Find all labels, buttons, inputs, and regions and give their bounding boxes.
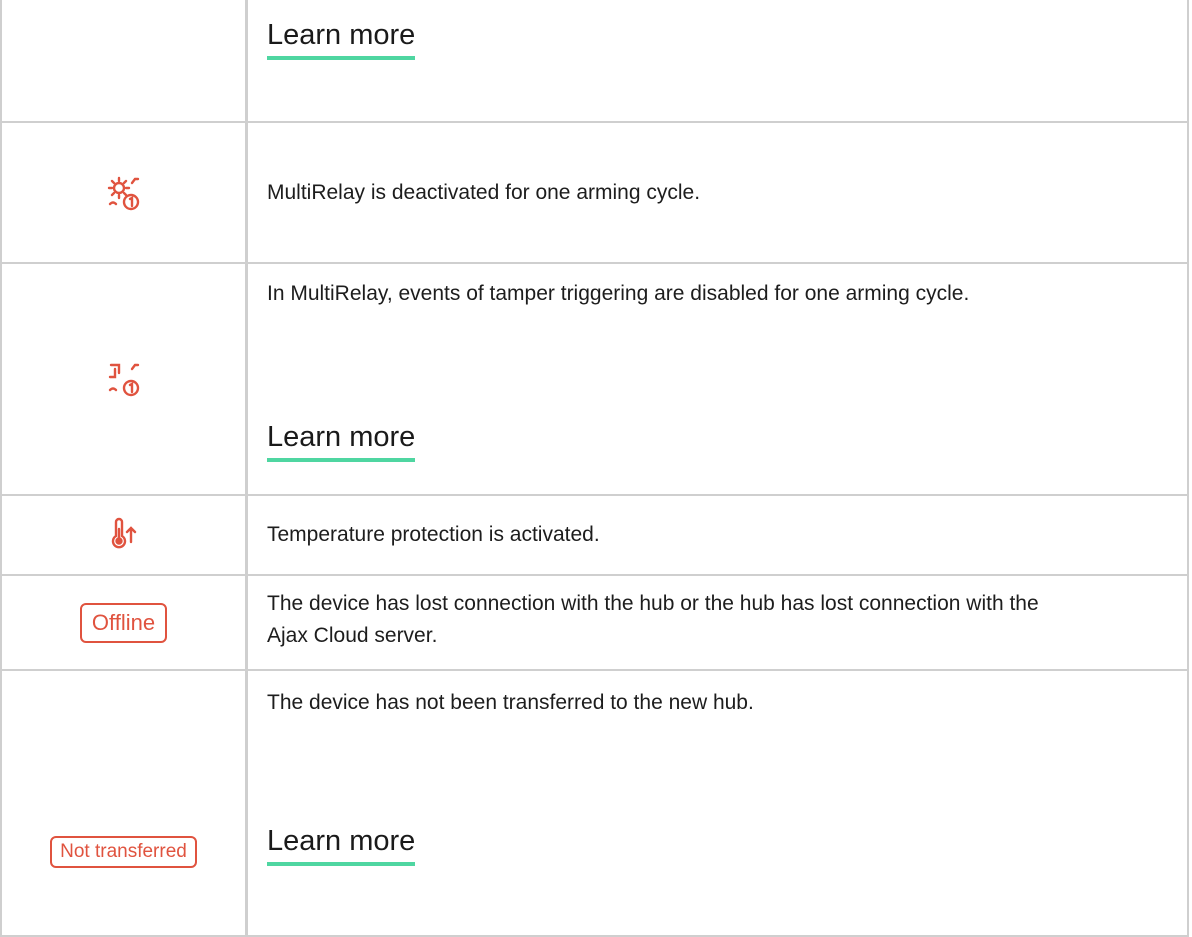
learn-more-link[interactable]: Learn more xyxy=(267,18,416,60)
gear-deactivated-one-cycle-icon xyxy=(104,173,144,213)
icon-cell: Offline xyxy=(2,576,245,669)
tamper-disabled-one-cycle-icon xyxy=(104,359,144,399)
table-row: Temperature protection is activated. xyxy=(2,496,1187,576)
offline-badge: Offline xyxy=(79,602,168,643)
status-table: Learn more MultiRelay is deactivated for… xyxy=(0,0,1189,937)
row-description: The device has lost connection with the … xyxy=(267,592,1039,647)
text-cell: MultiRelay is deactivated for one arming… xyxy=(267,123,1157,262)
icon-cell xyxy=(2,123,245,262)
table-row: Offline The device has lost connection w… xyxy=(2,576,1187,671)
row-description: The device has not been transferred to t… xyxy=(267,691,754,714)
row-description: Temperature protection is activated. xyxy=(267,523,600,546)
text-cell: In MultiRelay, events of tamper triggeri… xyxy=(267,264,1157,494)
thermometer-up-icon xyxy=(106,517,142,553)
text-cell: The device has lost connection with the … xyxy=(267,576,1157,669)
text-cell: The device has not been transferred to t… xyxy=(267,671,1157,935)
row-description: MultiRelay is deactivated for one arming… xyxy=(267,181,701,204)
table-row: Not transferred The device has not been … xyxy=(2,671,1187,937)
icon-cell xyxy=(2,0,245,121)
table-row: In MultiRelay, events of tamper triggeri… xyxy=(2,264,1187,496)
text-cell: Learn more xyxy=(267,0,1157,121)
not-transferred-badge: Not transferred xyxy=(50,836,197,868)
table-row: MultiRelay is deactivated for one arming… xyxy=(2,123,1187,264)
learn-more-link[interactable]: Learn more xyxy=(267,824,416,866)
column-divider xyxy=(245,0,248,937)
row-description: In MultiRelay, events of tamper triggeri… xyxy=(267,282,970,305)
icon-cell xyxy=(2,496,245,574)
icon-cell xyxy=(2,264,245,494)
icon-cell: Not transferred xyxy=(2,671,245,935)
table-row: Learn more xyxy=(2,0,1187,123)
text-cell: Temperature protection is activated. xyxy=(267,496,1157,574)
learn-more-link[interactable]: Learn more xyxy=(267,420,416,462)
